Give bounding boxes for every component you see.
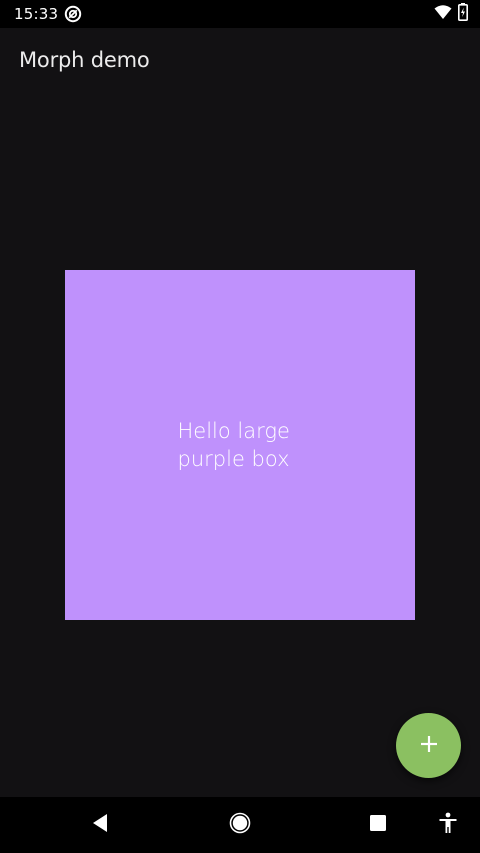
content-area: Hello large purple box xyxy=(0,94,480,797)
accessibility-icon xyxy=(438,812,458,838)
back-icon xyxy=(91,813,109,837)
purple-box-text: Hello large purple box xyxy=(177,418,290,471)
home-button[interactable] xyxy=(228,812,252,838)
home-icon xyxy=(229,812,251,838)
wifi-icon xyxy=(434,4,452,24)
app-bar: Morph demo xyxy=(0,28,480,94)
battery-charging-icon xyxy=(458,3,468,25)
navigation-bar xyxy=(0,797,480,853)
back-button[interactable] xyxy=(88,813,112,837)
app-notification-icon xyxy=(64,5,82,23)
status-icons xyxy=(434,3,468,25)
plus-icon xyxy=(419,734,439,758)
add-fab-button[interactable] xyxy=(396,713,461,778)
status-time: 15:33 xyxy=(14,5,59,23)
app-title: Morph demo xyxy=(19,48,150,72)
status-bar: 15:33 xyxy=(0,0,480,28)
screen: 15:33 Morph demo Hello large purple box xyxy=(0,0,480,853)
accessibility-button[interactable] xyxy=(436,812,460,838)
purple-box[interactable]: Hello large purple box xyxy=(65,270,415,620)
recents-button[interactable] xyxy=(366,813,390,837)
recents-icon xyxy=(369,814,387,836)
